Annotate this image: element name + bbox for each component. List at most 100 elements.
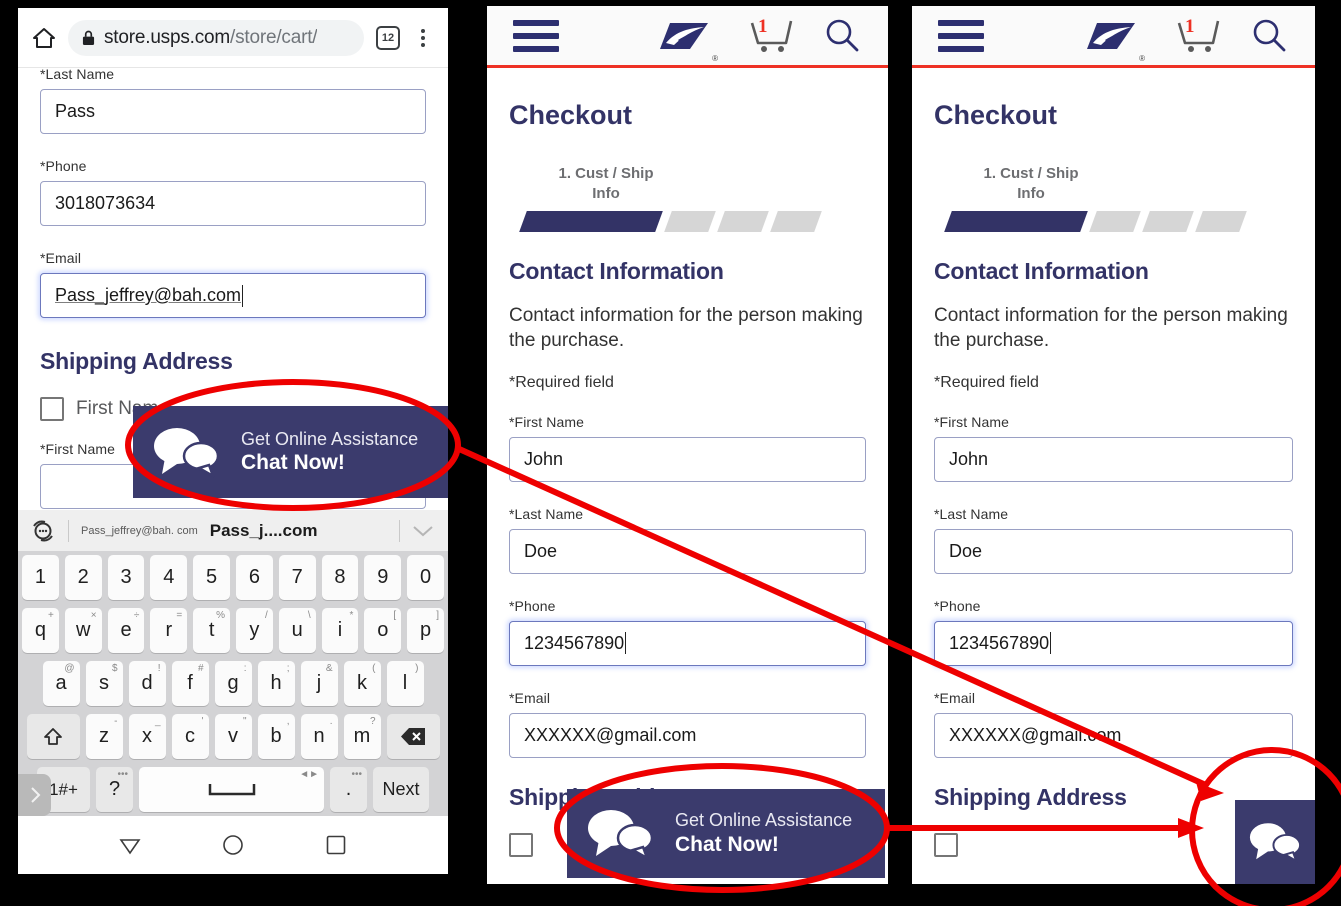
last-name-input[interactable]: Doe bbox=[934, 528, 1293, 574]
key-b[interactable]: ,b bbox=[257, 714, 295, 759]
phone-input[interactable]: 1234567890 bbox=[509, 620, 866, 666]
chat-now-banner[interactable]: Get Online Assistance Chat Now! bbox=[567, 789, 885, 878]
key-0[interactable]: 0 bbox=[407, 555, 444, 600]
chat-now-banner[interactable]: Get Online Assistance Chat Now! bbox=[133, 406, 448, 498]
key-l[interactable]: ) l bbox=[386, 661, 424, 706]
key-2[interactable]: 2 bbox=[64, 555, 102, 600]
email-input[interactable]: Pass_jeffrey@bah.com bbox=[40, 273, 426, 318]
nav-home-circle-icon[interactable] bbox=[221, 833, 245, 857]
key-n[interactable]: .n bbox=[300, 714, 338, 759]
key-5[interactable]: 5 bbox=[193, 555, 230, 600]
kebab-menu-icon[interactable] bbox=[412, 28, 434, 47]
period-key[interactable]: •••. bbox=[330, 767, 367, 812]
key-p[interactable]: ] p bbox=[407, 608, 444, 653]
key-1[interactable]: 1 bbox=[22, 555, 59, 600]
space-key[interactable]: ◄► bbox=[139, 767, 324, 812]
chat-now-fab[interactable] bbox=[1235, 800, 1315, 884]
key-f[interactable]: # f bbox=[171, 661, 209, 706]
first-name-label: *First Name bbox=[509, 413, 584, 430]
key-a[interactable]: @ a bbox=[42, 661, 80, 706]
key-y[interactable]: / y bbox=[236, 608, 273, 653]
key-r[interactable]: = r bbox=[150, 608, 188, 653]
key-8[interactable]: 8 bbox=[321, 555, 359, 600]
key-s[interactable]: $ s bbox=[85, 661, 123, 706]
question-key[interactable]: •••? bbox=[96, 767, 133, 812]
key-m[interactable]: ? m bbox=[343, 714, 381, 759]
key-x[interactable]: _ x bbox=[128, 714, 166, 759]
phone-input[interactable]: 3018073634 bbox=[40, 181, 426, 226]
same-as-contact-checkbox[interactable] bbox=[40, 397, 64, 421]
shift-key[interactable] bbox=[26, 714, 80, 759]
step-bar-1[interactable] bbox=[519, 210, 663, 232]
search-icon[interactable] bbox=[1249, 16, 1289, 56]
key-u[interactable]: \ u bbox=[278, 608, 316, 653]
step-bar-4[interactable] bbox=[770, 210, 822, 232]
key-o[interactable]: [o bbox=[364, 608, 402, 653]
phone-input[interactable]: 1234567890 bbox=[934, 620, 1293, 666]
key-e[interactable]: ÷ e bbox=[107, 608, 145, 653]
usps-eagle-logo-icon[interactable] bbox=[1085, 21, 1137, 51]
email-input[interactable]: XXXXXX@gmail.com bbox=[934, 712, 1293, 758]
hamburger-menu-icon[interactable] bbox=[513, 19, 559, 52]
keyboard-drawer-tab[interactable] bbox=[18, 774, 51, 816]
key-d[interactable]: ! d bbox=[128, 661, 166, 706]
android-keyboard[interactable]: Pass_jeffrey@bah. com Pass_j....com 1 2 3 4… bbox=[18, 510, 448, 874]
key-9[interactable]: 9 bbox=[364, 555, 402, 600]
key-6[interactable]: 6 bbox=[236, 555, 273, 600]
shopping-cart-button[interactable]: 1 bbox=[1175, 16, 1221, 55]
last-name-input[interactable]: Pass bbox=[40, 89, 426, 134]
keyboard-suggestion-bar[interactable]: Pass_jeffrey@bah. com Pass_j....com bbox=[18, 510, 448, 551]
backspace-key[interactable] bbox=[386, 714, 440, 759]
last-name-input[interactable]: Doe bbox=[509, 528, 866, 574]
keyboard-row-bottom-fn[interactable]: 1#+ •••? ◄► •••. Next bbox=[18, 763, 448, 816]
step-bar-3[interactable] bbox=[1142, 210, 1194, 232]
first-name-input[interactable]: John bbox=[934, 436, 1293, 482]
next-key[interactable]: Next bbox=[373, 767, 429, 812]
home-icon[interactable] bbox=[32, 26, 56, 50]
key-c[interactable]: ' c bbox=[171, 714, 209, 759]
keyboard-sync-icon[interactable] bbox=[30, 518, 56, 544]
chevron-down-icon[interactable] bbox=[410, 523, 436, 539]
key-q[interactable]: + q bbox=[22, 608, 59, 653]
step-bar-2[interactable] bbox=[1089, 210, 1141, 232]
step-bar-4[interactable] bbox=[1195, 210, 1247, 232]
key-h[interactable]: ; h bbox=[257, 661, 295, 706]
hamburger-menu-icon[interactable] bbox=[938, 19, 984, 52]
key-k[interactable]: (k bbox=[343, 661, 381, 706]
email-input[interactable]: XXXXXX@gmail.com bbox=[509, 712, 866, 758]
step-bar-2[interactable] bbox=[664, 210, 716, 232]
key-z[interactable]: -z bbox=[85, 714, 123, 759]
contact-information-heading: Contact Information bbox=[509, 257, 724, 284]
android-navigation-bar[interactable] bbox=[18, 816, 448, 874]
tab-counter-button[interactable]: 12 bbox=[376, 25, 400, 50]
key-i[interactable]: * i bbox=[321, 608, 359, 653]
usps-eagle-logo-icon[interactable] bbox=[658, 21, 710, 51]
key-w[interactable]: × w bbox=[64, 608, 102, 653]
same-as-contact-checkbox[interactable] bbox=[509, 832, 533, 857]
step-bar-1[interactable] bbox=[944, 210, 1088, 232]
tab-counter-value: 12 bbox=[381, 31, 395, 44]
suggestion-primary[interactable]: Pass_j....com bbox=[210, 521, 318, 541]
key-j[interactable]: & j bbox=[300, 661, 338, 706]
chat-bubbles-icon bbox=[154, 428, 220, 479]
nav-recents-square-icon[interactable] bbox=[324, 833, 348, 857]
key-t[interactable]: % t bbox=[193, 608, 230, 653]
first-name-input[interactable]: John bbox=[509, 436, 866, 482]
keyboard-row-numbers[interactable]: 1 2 3 4 5 6 7 8 9 0 bbox=[18, 551, 448, 604]
keyboard-row-asdf[interactable]: @ a $ s! d # f: g; h & j(k) l bbox=[18, 657, 448, 710]
step-bar-3[interactable] bbox=[717, 210, 769, 232]
key-v[interactable]: " v bbox=[214, 714, 252, 759]
address-bar[interactable]: store.usps.com/store/cart/ bbox=[68, 19, 364, 56]
search-icon[interactable] bbox=[822, 16, 862, 56]
email-value: Pass_jeffrey@bah.com bbox=[55, 285, 242, 305]
key-3[interactable]: 3 bbox=[107, 555, 145, 600]
key-7[interactable]: 7 bbox=[278, 555, 316, 600]
key-4[interactable]: 4 bbox=[150, 555, 188, 600]
keyboard-row-qwerty[interactable]: + q × w ÷ e = r% t / y \ u * i[o] p bbox=[18, 604, 448, 657]
key-g[interactable]: :g bbox=[214, 661, 252, 706]
shopping-cart-button[interactable]: 1 bbox=[748, 16, 794, 55]
keyboard-row-zxcv[interactable]: - z _ x ' c " v, b. n? m bbox=[18, 710, 448, 763]
suggestion-secondary[interactable]: Pass_jeffrey@bah. com bbox=[81, 525, 198, 537]
nav-back-triangle-icon[interactable] bbox=[118, 833, 142, 857]
same-as-contact-checkbox[interactable] bbox=[934, 832, 958, 857]
